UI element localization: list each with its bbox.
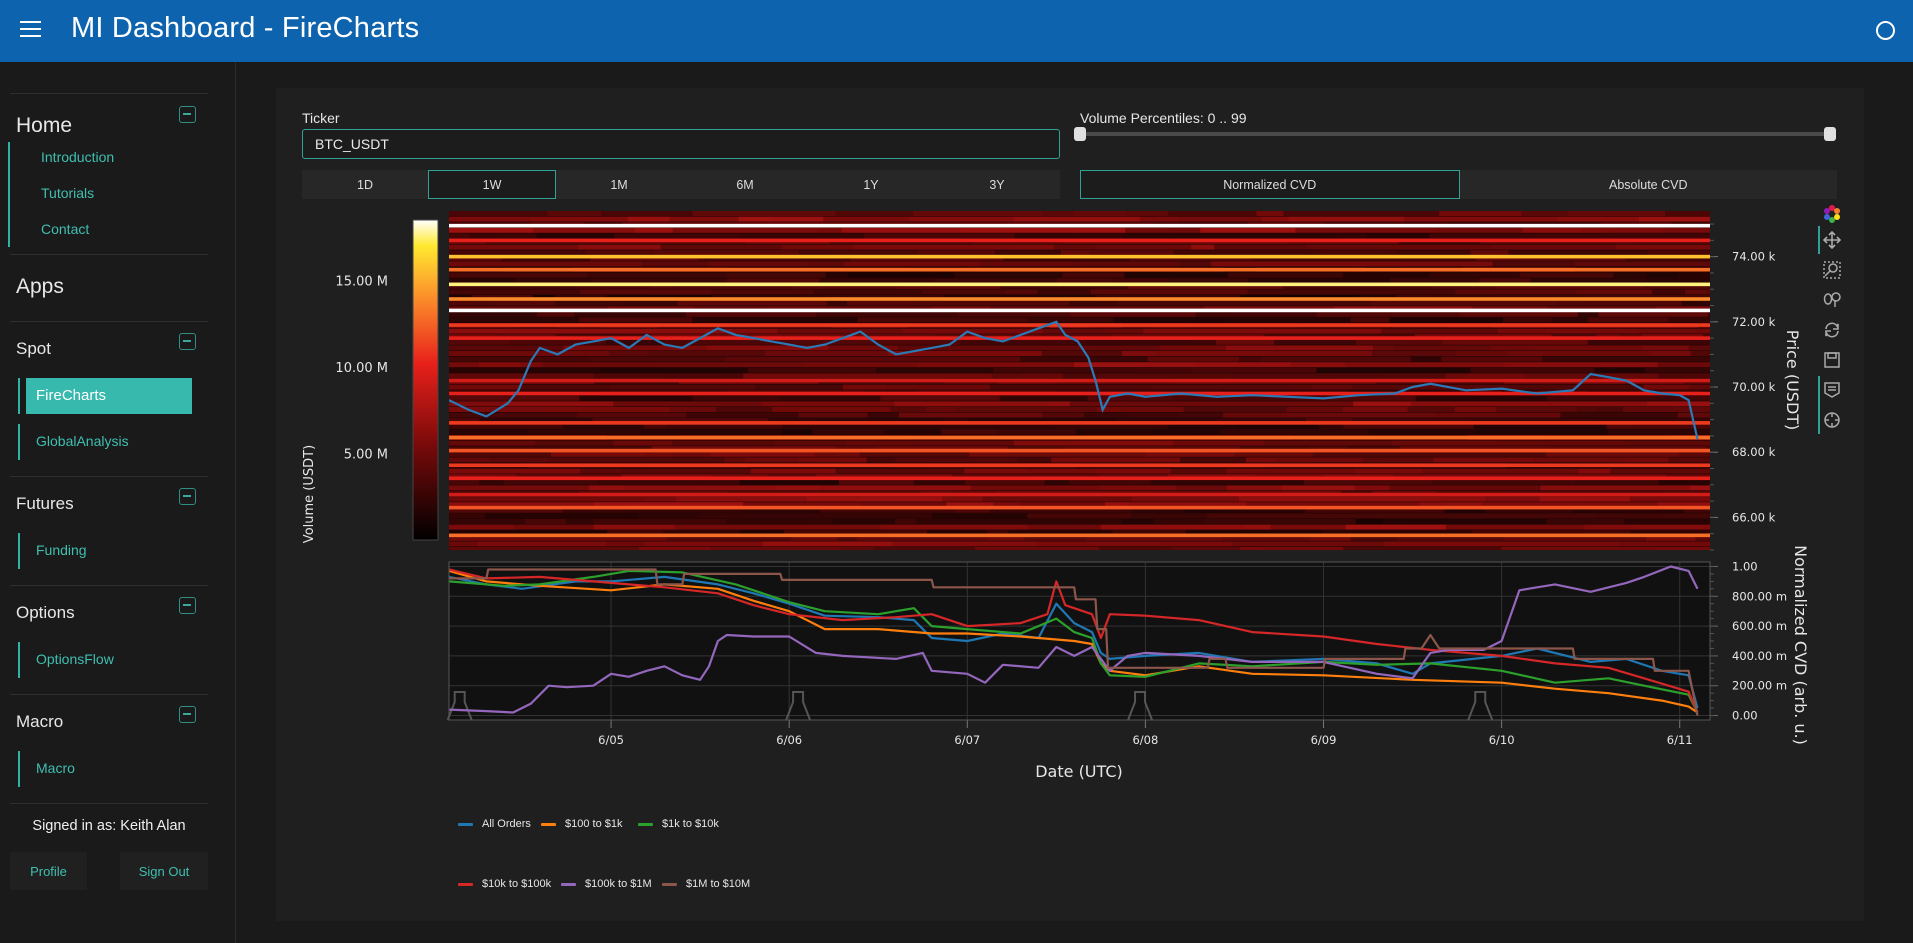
divider — [10, 476, 208, 477]
sidebar-group-macro: Macro — [16, 712, 64, 731]
legend-label: $100 to $1k — [565, 818, 623, 830]
range-1m-button[interactable]: 1M — [556, 170, 682, 199]
legend-label: $10k to $100k — [482, 878, 552, 890]
ticker-label: Ticker — [302, 110, 340, 126]
sidebar-item-firecharts[interactable]: FireCharts — [26, 378, 192, 414]
legend-swatch — [458, 882, 473, 886]
sidebar-section-apps: Apps — [16, 275, 64, 298]
plotly-logo-icon[interactable] — [1822, 204, 1842, 224]
collapse-options-button[interactable] — [179, 597, 196, 614]
legend-swatch — [458, 822, 473, 826]
collapse-macro-button[interactable] — [179, 706, 196, 723]
profile-button[interactable]: Profile — [10, 852, 87, 890]
legend-item[interactable]: $1k to $10k — [638, 818, 719, 830]
modebar-active-indicator — [1818, 226, 1820, 254]
nav-indicator — [18, 751, 20, 787]
modebar-active-indicator — [1818, 376, 1820, 434]
legend-item[interactable]: $100k to $1M — [561, 878, 652, 890]
absolute-cvd-button[interactable]: Absolute CVD — [1460, 170, 1838, 199]
nav-indicator — [8, 142, 10, 247]
sidebar: Home Introduction Tutorials Contact Apps… — [0, 62, 236, 943]
legend-label: All Orders — [482, 818, 531, 830]
sidebar-item-funding[interactable]: Funding — [36, 542, 87, 558]
nav-indicator — [18, 424, 20, 460]
spike-lines-icon[interactable] — [1822, 410, 1842, 430]
save-image-icon[interactable] — [1822, 350, 1842, 370]
sidebar-group-spot: Spot — [16, 339, 51, 358]
range-3y-button[interactable]: 3Y — [934, 170, 1060, 199]
divider — [10, 585, 208, 586]
nav-indicator — [18, 533, 20, 569]
hover-compare-icon[interactable] — [1822, 380, 1842, 400]
range-1w-button[interactable]: 1W — [428, 170, 556, 199]
legend-swatch — [638, 822, 653, 826]
lasso-select-icon[interactable] — [1822, 290, 1842, 310]
legend-item[interactable]: All Orders — [458, 818, 531, 830]
collapse-home-button[interactable] — [179, 106, 196, 123]
sidebar-item-tutorials[interactable]: Tutorials — [41, 185, 94, 201]
sidebar-item-contact[interactable]: Contact — [41, 221, 89, 237]
divider — [10, 254, 208, 255]
legend-item[interactable]: $10k to $100k — [458, 878, 551, 890]
legend-item[interactable]: $100 to $1k — [541, 818, 623, 830]
legend-swatch — [662, 882, 677, 886]
range-1d-button[interactable]: 1D — [302, 170, 428, 199]
app-title: MI Dashboard - FireCharts — [71, 12, 420, 44]
cvd-mode-selector: Normalized CVD Absolute CVD — [1080, 170, 1837, 199]
hamburger-menu-icon[interactable] — [20, 21, 41, 39]
sidebar-item-globalanalysis[interactable]: GlobalAnalysis — [36, 433, 129, 449]
normalized-cvd-button[interactable]: Normalized CVD — [1080, 170, 1460, 199]
nav-indicator — [18, 378, 20, 414]
top-app-bar: MI Dashboard - FireCharts — [0, 0, 1913, 62]
time-range-selector: 1D 1W 1M 6M 1Y 3Y — [302, 170, 1060, 199]
zoom-icon[interactable] — [1822, 260, 1842, 280]
firecharts-card — [276, 88, 1864, 921]
collapse-futures-button[interactable] — [179, 488, 196, 505]
divider — [10, 321, 208, 322]
volume-percentiles-label: Volume Percentiles: 0 .. 99 — [1080, 110, 1247, 126]
divider — [10, 694, 208, 695]
sidebar-item-macro[interactable]: Macro — [36, 760, 75, 776]
ticker-input[interactable]: BTC_USDT — [302, 129, 1060, 159]
range-6m-button[interactable]: 6M — [682, 170, 808, 199]
divider — [10, 93, 208, 94]
status-circle-icon[interactable] — [1876, 21, 1895, 40]
sidebar-item-optionsflow[interactable]: OptionsFlow — [36, 651, 114, 667]
legend-item[interactable]: $1M to $10M — [662, 878, 750, 890]
legend-swatch — [541, 822, 556, 826]
legend-label: $100k to $1M — [585, 878, 652, 890]
slider-handle-min[interactable] — [1074, 127, 1086, 141]
slider-handle-max[interactable] — [1824, 127, 1836, 141]
signed-in-label: Signed in as: Keith Alan — [32, 818, 186, 834]
sidebar-section-home: Home — [16, 114, 73, 137]
pan-icon[interactable] — [1822, 230, 1842, 250]
divider — [10, 803, 208, 804]
volume-range-slider[interactable] — [1080, 132, 1833, 136]
sidebar-group-options: Options — [16, 603, 75, 622]
collapse-spot-button[interactable] — [179, 333, 196, 350]
sign-out-button[interactable]: Sign Out — [120, 852, 208, 890]
legend-label: $1M to $10M — [686, 878, 751, 890]
sidebar-item-introduction[interactable]: Introduction — [41, 149, 114, 165]
legend-swatch — [561, 882, 576, 886]
nav-indicator — [18, 642, 20, 678]
range-1y-button[interactable]: 1Y — [808, 170, 934, 199]
legend-label: $1k to $10k — [662, 818, 719, 830]
sidebar-group-futures: Futures — [16, 494, 74, 513]
reset-axes-icon[interactable] — [1822, 320, 1842, 340]
